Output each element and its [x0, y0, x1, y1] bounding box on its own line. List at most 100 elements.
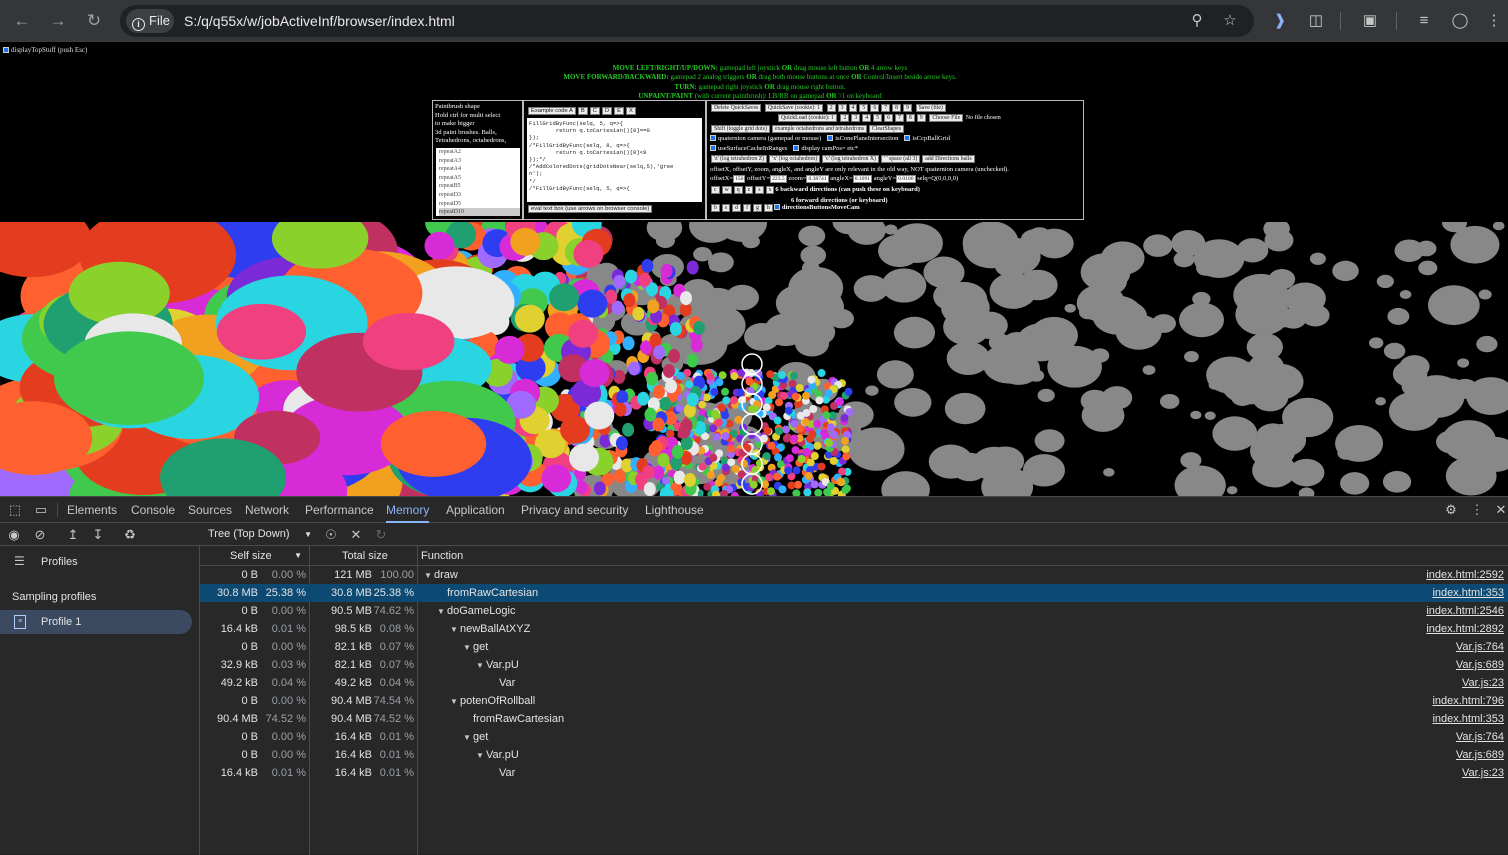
table-row[interactable]: 0 B 0.00 % 16.4 kB 0.01 % ▼ get Var.js:764	[200, 728, 1508, 746]
shape-button[interactable]: ClearShapes	[869, 125, 904, 133]
reload-icon[interactable]: ↻	[82, 9, 106, 33]
more-options-icon[interactable]: ⋮	[1468, 501, 1486, 519]
offsety-input[interactable]: 223.5	[770, 175, 787, 183]
checkbox-icon[interactable]	[793, 145, 800, 151]
code-textarea[interactable]: FillGridByFunc(selq, 5, q=>{ return q.to…	[527, 118, 702, 202]
list-option[interactable]: repeatD3	[439, 191, 520, 200]
total-size-header[interactable]: Total size	[310, 546, 418, 566]
source-link[interactable]: Var.js:23	[1462, 764, 1504, 782]
direction-key[interactable]: d	[732, 204, 742, 212]
log-button[interactable]: ' ' space (all 3)	[880, 155, 921, 163]
checkbox-icon[interactable]	[773, 204, 780, 210]
example-button[interactable]: X	[626, 107, 636, 115]
back-icon[interactable]: ←	[10, 9, 34, 33]
table-row[interactable]: 32.9 kB 0.03 % 82.1 kB 0.07 % ▼ Var.pU Var.js:…	[200, 656, 1508, 674]
table-row[interactable]: 0 B0.00 %121 MB100.00 %▼drawindex.html:2…	[200, 566, 1508, 599]
checkbox-icon[interactable]	[710, 145, 716, 151]
tab-privacy-and-security[interactable]: Privacy and security	[521, 497, 628, 523]
checkbox-icon[interactable]	[904, 135, 911, 141]
close-devtools-icon[interactable]: ✕	[1492, 501, 1508, 519]
quicksave-button[interactable]: QuickSave (cookie): 1	[764, 104, 824, 112]
exclude-selected-icon[interactable]: ✕	[347, 526, 365, 544]
record-icon[interactable]: ◉	[5, 526, 23, 544]
option-checkbox[interactable]: isCcpBallGrid	[904, 135, 950, 142]
source-link[interactable]: Var.js:689	[1456, 746, 1504, 764]
expand-arrow-icon[interactable]: ▼	[463, 639, 473, 657]
star-icon[interactable]: ☆	[1218, 9, 1242, 33]
option-checkbox[interactable]: useSurfaceCacheInRanges	[710, 145, 787, 152]
tab-application[interactable]: Application	[446, 497, 505, 523]
inspect-element-icon[interactable]: ⬚	[6, 501, 24, 519]
eval-button[interactable]: eval text box (use arrows on browser con…	[528, 205, 653, 213]
checkbox-icon[interactable]	[3, 47, 9, 53]
tab-elements[interactable]: Elements	[67, 497, 117, 523]
menu-icon[interactable]: ⋮	[1482, 9, 1506, 33]
source-link[interactable]: index.html:2546	[1426, 602, 1504, 620]
direction-key[interactable]: b	[711, 204, 720, 212]
table-row[interactable]: 90.4 MB 74.52 % 90.4 MB 74.52 % fromRawCarte…	[200, 710, 1508, 728]
slot-button[interactable]: 8	[905, 114, 915, 122]
expand-arrow-icon[interactable]: ▼	[437, 603, 447, 621]
anglex-input[interactable]: 0.1091	[852, 175, 873, 183]
tab-lighthouse[interactable]: Lighthouse	[645, 497, 704, 523]
slot-button[interactable]: 7	[881, 104, 891, 112]
slot-button[interactable]: 9	[916, 114, 926, 122]
list-option[interactable]: repeatB5	[439, 182, 520, 191]
shape-button[interactable]: example octahedrons and tetrahedrons	[771, 125, 867, 133]
table-row[interactable]: 16.4 kB 0.01 % 16.4 kB 0.01 % Var Var.js:23	[200, 764, 1508, 782]
forward-icon[interactable]: →	[46, 9, 70, 33]
direction-key[interactable]: h	[763, 204, 773, 212]
angley-input[interactable]: 0.0100	[896, 175, 916, 183]
expand-arrow-icon[interactable]: ▼	[463, 729, 473, 747]
restore-all-icon[interactable]: ↻	[372, 526, 390, 544]
address-bar[interactable]: i File S:/q/q55x/w/jobActiveInf/browser/i…	[120, 5, 1254, 37]
option-checkbox[interactable]: isConePlaneIntersection	[827, 135, 898, 142]
slot-button[interactable]: 6	[870, 104, 880, 112]
tab-sources[interactable]: Sources	[188, 497, 232, 523]
clear-all-icon[interactable]: ⊘	[31, 526, 49, 544]
source-link[interactable]: Var.js:764	[1456, 728, 1504, 746]
profile-icon[interactable]: ◯	[1448, 9, 1472, 33]
table-row[interactable]: 0 B 0.00 % 16.4 kB 0.01 % ▼ Var.pU Var.js:689	[200, 746, 1508, 764]
direction-key[interactable]: z	[744, 186, 754, 194]
view-select[interactable]: Tree (Top Down) ▼	[200, 523, 318, 546]
url-text[interactable]: S:/q/q55x/w/jobActiveInf/browser/index.h…	[184, 5, 455, 37]
function-header[interactable]: Function	[418, 546, 1508, 566]
list-option[interactable]: repeatD5	[439, 200, 520, 209]
list-option[interactable]: repeatA2	[439, 148, 520, 157]
slot-button[interactable]: 3	[837, 104, 847, 112]
delete-quicksaves-button[interactable]: Delete QuickSaves	[711, 104, 762, 112]
source-link[interactable]: Var.js:764	[1456, 638, 1504, 656]
settings-gear-icon[interactable]: ⚙	[1442, 501, 1460, 519]
slot-button[interactable]: 6	[884, 114, 893, 122]
tab-search-icon[interactable]: ▣	[1358, 9, 1382, 33]
source-link[interactable]: index.html:2592	[1426, 566, 1504, 584]
tab-console[interactable]: Console	[131, 497, 175, 523]
profiles-label[interactable]: Profiles	[41, 556, 78, 568]
paintbrush-shape-list[interactable]: repeatA2 repeatA3 repeatA4 repeatA5 repeatB5…	[436, 148, 520, 216]
slot-button[interactable]: 7	[894, 114, 904, 122]
expand-arrow-icon[interactable]: ▼	[450, 693, 460, 711]
slot-button[interactable]: 4	[848, 104, 858, 112]
expand-arrow-icon[interactable]: ▼	[476, 657, 486, 675]
site-info-chip[interactable]: i File	[126, 9, 174, 33]
quickload-button[interactable]: QuickLoad (cookie): 1	[778, 114, 837, 122]
source-link[interactable]: index.html:2892	[1426, 620, 1504, 638]
table-row[interactable]: 0 B 0.00 % 90.5 MB 74.62 % ▼ doGameLogic index…	[200, 602, 1508, 620]
zoom-icon[interactable]: ⚲	[1185, 9, 1209, 33]
extensions-icon[interactable]: ◫	[1304, 9, 1328, 33]
direction-key[interactable]: q	[733, 186, 743, 194]
focus-selected-icon[interactable]: ☉	[322, 526, 340, 544]
tab-performance[interactable]: Performance	[305, 497, 374, 523]
3d-scene-canvas[interactable]	[0, 222, 1508, 496]
shape-button[interactable]: Shift (toggle grid dots)	[711, 125, 770, 133]
slot-button[interactable]: 2	[840, 114, 850, 122]
save-file-button[interactable]: Save (file)	[915, 104, 946, 112]
list-option[interactable]: repeatD10	[439, 208, 520, 216]
direction-key[interactable]: f	[743, 204, 752, 212]
slot-button[interactable]: 8	[892, 104, 902, 112]
log-button[interactable]: 'c' (log tetrahedron X)	[822, 155, 879, 163]
log-button[interactable]: 'x' (log octahedron)	[769, 155, 821, 163]
list-option[interactable]: repeatA3	[439, 157, 520, 166]
table-row[interactable]: 49.2 kB 0.04 % 49.2 kB 0.04 % Var Var.js:23	[200, 674, 1508, 692]
